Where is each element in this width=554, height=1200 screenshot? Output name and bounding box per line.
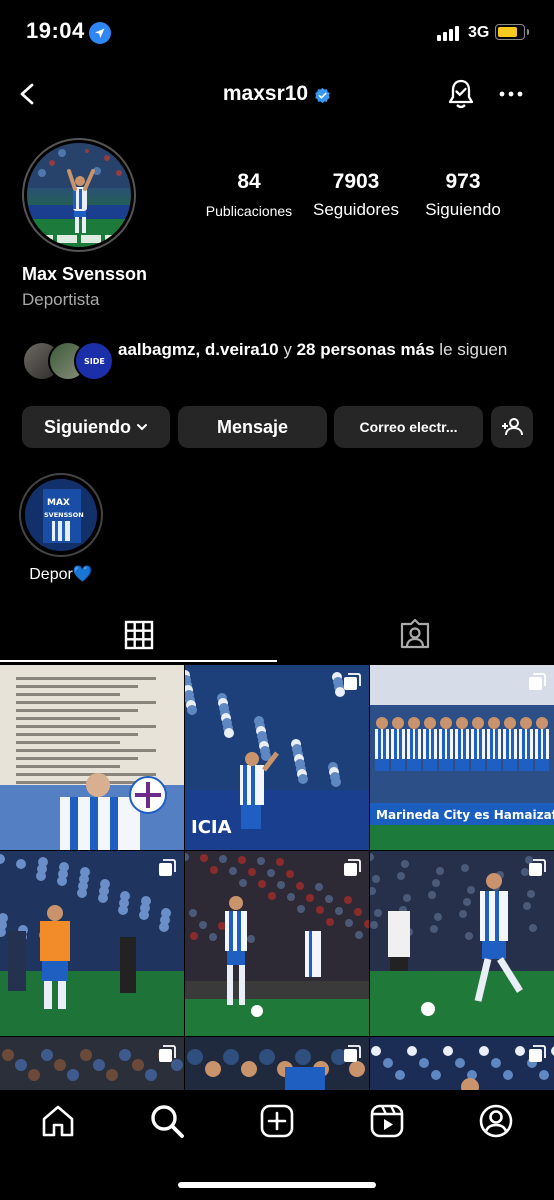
multi-image-icon xyxy=(528,673,546,691)
network-type: 3G xyxy=(468,24,490,41)
multi-image-icon xyxy=(343,859,361,877)
post-warmup-bib[interactable] xyxy=(0,851,184,1036)
multi-image-icon xyxy=(528,1045,546,1063)
email-button[interactable]: Correo electr... xyxy=(334,406,483,448)
post-match-dribble[interactable] xyxy=(370,851,554,1036)
svg-text:Marineda City es Hamaizaf!: Marineda City es Hamaizaf! xyxy=(376,808,554,822)
svg-text:SIDE: SIDE xyxy=(84,357,105,366)
profile-avatar[interactable] xyxy=(22,138,136,252)
post-crowd-2[interactable] xyxy=(185,1037,369,1090)
post-crowd-1[interactable] xyxy=(0,1037,184,1090)
tagged-icon[interactable] xyxy=(399,618,431,650)
followers-count: 7903 xyxy=(332,170,380,193)
posts-count: 84 xyxy=(237,170,261,193)
profile-icon[interactable] xyxy=(478,1103,514,1139)
display-name: Max Svensson xyxy=(22,264,148,284)
message-button[interactable]: Mensaje xyxy=(178,406,327,448)
home-indicator xyxy=(178,1182,376,1188)
add-person-icon xyxy=(501,416,523,438)
post-crowd-3[interactable] xyxy=(370,1037,554,1090)
followers-label: Seguidores xyxy=(312,200,399,219)
multi-image-icon xyxy=(158,859,176,877)
create-icon[interactable] xyxy=(259,1103,295,1139)
message-button-label: Mensaje xyxy=(216,416,289,437)
post-celebration-fans[interactable]: ICIA xyxy=(185,665,369,850)
avatar-photo xyxy=(27,143,131,247)
svg-text:SVENSSON: SVENSSON xyxy=(44,511,84,519)
following-button[interactable]: Siguiendo xyxy=(22,406,170,448)
highlight-cover: MAX SVENSSON xyxy=(25,479,97,551)
search-icon[interactable] xyxy=(149,1103,185,1139)
svg-text:MAX: MAX xyxy=(47,498,70,508)
username-text: maxsr10 xyxy=(222,82,309,105)
multi-image-icon xyxy=(343,1045,361,1063)
profile-category: Deportista xyxy=(22,290,100,309)
verified-badge-icon xyxy=(314,86,331,104)
mutual-followers-avatars[interactable]: SIDE xyxy=(22,341,114,381)
multi-image-icon xyxy=(158,1045,176,1063)
multi-image-icon xyxy=(343,673,361,691)
post-team-photo[interactable]: Marineda City es Hamaizaf! xyxy=(370,665,554,850)
following-stat[interactable]: 973 Siguiendo xyxy=(418,170,508,220)
more-dots-icon[interactable] xyxy=(498,84,524,104)
multi-image-icon xyxy=(528,859,546,877)
email-button-label: Correo electr... xyxy=(359,419,458,435)
grid-icon[interactable] xyxy=(124,620,154,650)
status-time: 19:04 xyxy=(26,18,85,43)
svg-text:ICIA: ICIA xyxy=(191,817,232,838)
mutual-followers-text[interactable]: aalbagmz, d.veira10 y 28 personas más le… xyxy=(118,338,528,361)
highlight-label: Depor💙 xyxy=(29,566,93,583)
highlight-depor[interactable]: MAX SVENSSON xyxy=(19,473,103,557)
location-arrow-icon xyxy=(89,22,111,44)
add-person-button[interactable] xyxy=(491,406,533,448)
battery-icon xyxy=(495,24,529,40)
posts-label: Publicaciones xyxy=(205,203,293,219)
post-farewell-letter[interactable] xyxy=(0,665,184,850)
following-button-label: Siguiendo xyxy=(44,416,131,437)
mutual-more[interactable]: 28 personas más xyxy=(297,340,435,359)
bell-check-icon[interactable] xyxy=(446,78,476,110)
mutual-names[interactable]: aalbagmz, d.veira10 xyxy=(118,340,279,359)
followers-stat[interactable]: 7903 Seguidores xyxy=(305,170,407,220)
following-count: 973 xyxy=(445,170,481,193)
post-match-running[interactable] xyxy=(185,851,369,1036)
chevron-down-icon xyxy=(136,421,148,433)
mutual-tail: le siguen xyxy=(434,340,508,359)
reels-icon[interactable] xyxy=(369,1103,405,1139)
following-label: Siguiendo xyxy=(425,200,501,219)
home-icon[interactable] xyxy=(40,1103,76,1139)
posts-stat[interactable]: 84 Publicaciones xyxy=(203,170,295,219)
mutual-avatar-3: SIDE xyxy=(74,341,114,381)
signal-icon xyxy=(437,26,459,41)
active-tab-indicator xyxy=(0,660,277,662)
mutual-connector: y xyxy=(278,340,297,359)
